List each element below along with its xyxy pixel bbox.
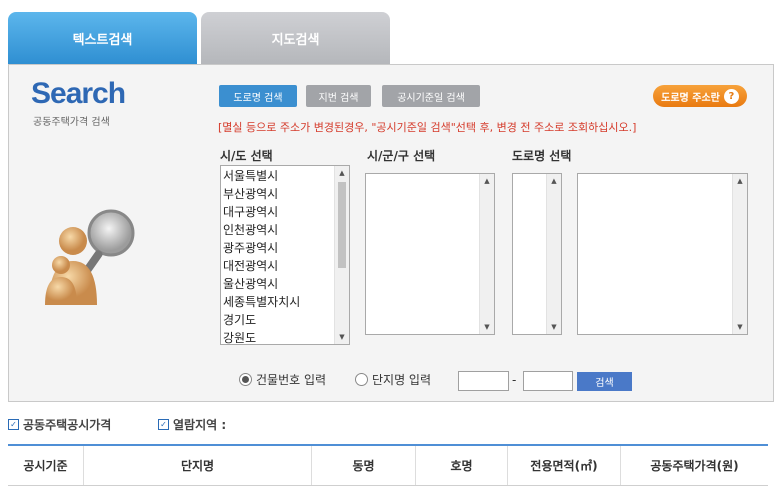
col-ho: 호명 bbox=[416, 446, 508, 485]
col-complex: 단지명 bbox=[84, 446, 312, 485]
dash-separator: - bbox=[512, 373, 517, 387]
square-check-icon: ✓ bbox=[158, 419, 169, 430]
sido-option[interactable]: 경기도 bbox=[221, 311, 334, 329]
scroll-up-icon[interactable]: ▲ bbox=[733, 174, 747, 188]
viewing-area-info: ✓ 열람지역 : bbox=[158, 416, 226, 433]
viewing-area-label: 열람지역 : bbox=[173, 418, 227, 432]
sub-number-input[interactable] bbox=[523, 371, 573, 391]
tab-label: 텍스트검색 bbox=[72, 32, 133, 48]
col-price: 공동주택가격(원) bbox=[650, 459, 739, 473]
scrollbar[interactable]: ▲ ▼ bbox=[732, 174, 747, 334]
col-date: 공시기준 bbox=[8, 446, 84, 485]
sido-option[interactable]: 대전광역시 bbox=[221, 257, 334, 275]
sido-option[interactable]: 강원도 bbox=[221, 329, 334, 344]
scroll-down-icon[interactable]: ▼ bbox=[335, 330, 349, 344]
square-check-icon: ✓ bbox=[8, 419, 19, 430]
road-address-help-button[interactable]: 도로명 주소란 ? bbox=[653, 85, 747, 107]
road-search-button[interactable]: 도로명 검색 bbox=[219, 85, 297, 107]
scroll-down-icon[interactable]: ▼ bbox=[547, 320, 561, 334]
scrollbar[interactable]: ▲ ▼ bbox=[334, 166, 349, 344]
sido-option[interactable]: 대구광역시 bbox=[221, 203, 334, 221]
price-info-label: 공동주택공시가격 bbox=[23, 418, 112, 432]
sigungu-listbox[interactable]: ▲ ▼ bbox=[365, 173, 495, 335]
scroll-thumb[interactable] bbox=[338, 182, 346, 268]
search-button[interactable]: 검색 bbox=[577, 372, 632, 391]
question-icon: ? bbox=[723, 88, 739, 104]
jibun-search-button[interactable]: 지번 검색 bbox=[306, 85, 371, 107]
logo-subtitle: 공동주택가격 검색 bbox=[33, 117, 110, 128]
price-info-link[interactable]: ✓ 공동주택공시가격 bbox=[8, 416, 111, 433]
scroll-up-icon[interactable]: ▲ bbox=[480, 174, 494, 188]
scroll-down-icon[interactable]: ▼ bbox=[480, 320, 494, 334]
col-area: 전용면적(㎡) bbox=[508, 446, 621, 485]
tab-map-search[interactable]: 지도검색 bbox=[201, 12, 390, 64]
sido-option[interactable]: 울산광역시 bbox=[221, 275, 334, 293]
building-number-radio[interactable]: 건물번호 입력 bbox=[239, 371, 326, 388]
road-name-listbox[interactable]: ▲ ▼ bbox=[577, 173, 748, 335]
scroll-up-icon[interactable]: ▲ bbox=[547, 174, 561, 188]
tab-text-search[interactable]: 텍스트검색 bbox=[8, 12, 197, 64]
sido-option[interactable]: 세종특별자치시 bbox=[221, 293, 334, 311]
sido-options: 서울특별시 부산광역시 대구광역시 인천광역시 광주광역시 대전광역시 울산광역시 세종특별자… bbox=[221, 166, 334, 344]
scrollbar[interactable]: ▲ ▼ bbox=[479, 174, 494, 334]
scroll-down-icon[interactable]: ▼ bbox=[733, 320, 747, 334]
sido-option[interactable]: 서울특별시 bbox=[221, 167, 334, 185]
radio-icon[interactable] bbox=[239, 373, 252, 386]
radio-label: 건물번호 입력 bbox=[256, 373, 327, 387]
date-search-button[interactable]: 공시기준일 검색 bbox=[382, 85, 480, 107]
sido-label: 시/도 선택 bbox=[220, 149, 273, 163]
results-table-header: 공시기준 단지명 동명 호명 전용면적(㎡) 공동주택가격(원) bbox=[8, 444, 768, 486]
radio-label: 단지명 입력 bbox=[372, 373, 432, 387]
scrollbar[interactable]: ▲ ▼ bbox=[546, 174, 561, 334]
road-initial-listbox[interactable]: ▲ ▼ bbox=[512, 173, 562, 335]
scroll-up-icon[interactable]: ▲ bbox=[335, 166, 349, 180]
sido-option[interactable]: 부산광역시 bbox=[221, 185, 334, 203]
sigungu-label: 시/군/구 선택 bbox=[367, 149, 436, 163]
main-number-input[interactable] bbox=[458, 371, 509, 391]
col-dong: 동명 bbox=[312, 446, 416, 485]
radio-icon[interactable] bbox=[355, 373, 368, 386]
sido-option[interactable]: 인천광역시 bbox=[221, 221, 334, 239]
magnifier-person-icon bbox=[45, 209, 135, 305]
road-label: 도로명 선택 bbox=[512, 149, 572, 163]
sido-listbox[interactable]: 서울특별시 부산광역시 대구광역시 인천광역시 광주광역시 대전광역시 울산광역시 세종특별자… bbox=[220, 165, 350, 345]
search-logo: Search bbox=[31, 77, 126, 110]
notice-text: [멸실 등으로 주소가 변경된경우, "공시기준일 검색"선택 후, 변경 전 … bbox=[218, 121, 637, 134]
help-button-label: 도로명 주소란 bbox=[661, 92, 720, 104]
tab-label: 지도검색 bbox=[271, 32, 320, 48]
sido-option[interactable]: 광주광역시 bbox=[221, 239, 334, 257]
complex-name-radio[interactable]: 단지명 입력 bbox=[355, 371, 431, 388]
search-panel: Search 공동주택가격 검색 도로명 검색 지번 검색 공시기준일 검색 도… bbox=[8, 64, 774, 402]
